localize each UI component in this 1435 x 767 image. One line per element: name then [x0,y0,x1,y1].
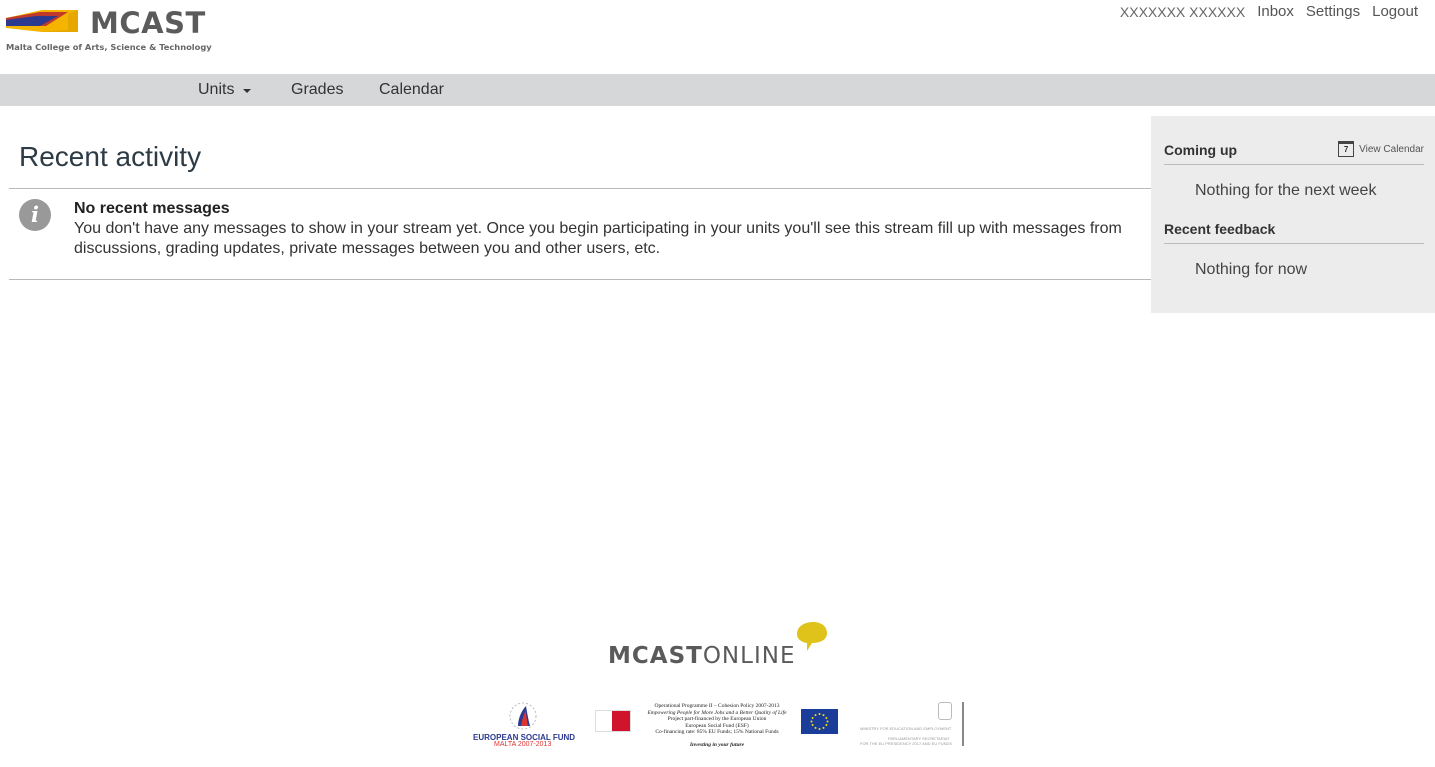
nav-calendar[interactable]: Calendar [379,81,444,99]
funding-logos: EUROPEAN SOCIAL FUND MALTA 2007-2013 Ope… [470,698,970,752]
stream-message-body: You don't have any messages to show in y… [74,220,1122,257]
divider [9,279,1151,280]
header: MCAST Malta College of Arts, Science & T… [0,0,1435,74]
nav-units-dropdown[interactable]: Units [198,81,252,99]
logo-wordmark: MCAST [90,6,206,40]
op-line: Co-financing rate: 85% EU Funds; 15% Nat… [655,729,779,736]
op-line: Project part-financed by the European Un… [667,716,767,723]
main-nav: Units Grades Calendar [0,74,1435,106]
page-title: Recent activity [19,141,202,172]
mcast-logo[interactable]: MCAST Malta College of Arts, Science & T… [6,4,221,56]
recent-feedback-heading: Recent feedback [1164,221,1276,237]
malta-flag-icon [595,710,631,732]
caret-down-icon [243,89,252,93]
inbox-link[interactable]: Inbox [1257,3,1294,20]
ministry-line: FOR THE EU PRESIDENCY 2017 AND EU FUNDS [860,741,953,746]
coming-up-empty-text: Nothing for the next week [1195,182,1377,199]
nav-grades[interactable]: Grades [291,81,343,99]
op-line: Operational Programme II – Cohesion Poli… [654,703,780,709]
malta-seal-icon [938,702,952,720]
user-menu: XXXXXXX XXXXXX Inbox Settings Logout [1108,3,1418,20]
esf-emblem-icon [509,702,537,730]
footer-brand-bold: MCAST [608,643,703,669]
ministry-logo: MINISTRY FOR EDUCATION AND EMPLOYMENT PA… [860,700,964,746]
speech-bubble-icon [797,622,827,651]
esf-sub-label: MALTA 2007-2013 [494,741,552,748]
info-icon: i [19,199,51,231]
right-sidebar: Coming up 7 View Calendar Nothing for th… [1151,116,1435,313]
divider [962,702,964,746]
op-tagline: Investing in your future [689,742,745,748]
view-calendar-link[interactable]: 7 View Calendar [1338,141,1424,157]
footer-brand: MCASTONLINE [608,643,795,669]
divider [1164,243,1424,244]
view-calendar-label: View Calendar [1359,143,1424,155]
mcast-logo-mark-icon [6,10,78,32]
stream-message-title: No recent messages [74,200,230,217]
op-text: Operational Programme II – Cohesion Poli… [637,703,797,736]
calendar-icon: 7 [1338,141,1355,157]
logout-link[interactable]: Logout [1372,3,1418,20]
logo-tagline: Malta College of Arts, Science & Technol… [6,42,212,52]
nav-units-label: Units [198,81,235,98]
recent-feedback-empty-text: Nothing for now [1195,261,1308,278]
eu-flag-icon [801,709,838,734]
divider [1164,164,1424,165]
mcast-online-logo: MCASTONLINE [608,620,830,672]
user-name-link[interactable]: XXXXXXX XXXXXX [1120,4,1245,20]
ministry-line: MINISTRY FOR EDUCATION AND EMPLOYMENT [860,726,952,731]
settings-link[interactable]: Settings [1306,3,1360,20]
footer-brand-light: ONLINE [702,643,796,669]
divider [9,188,1151,189]
coming-up-heading: Coming up [1164,142,1238,158]
